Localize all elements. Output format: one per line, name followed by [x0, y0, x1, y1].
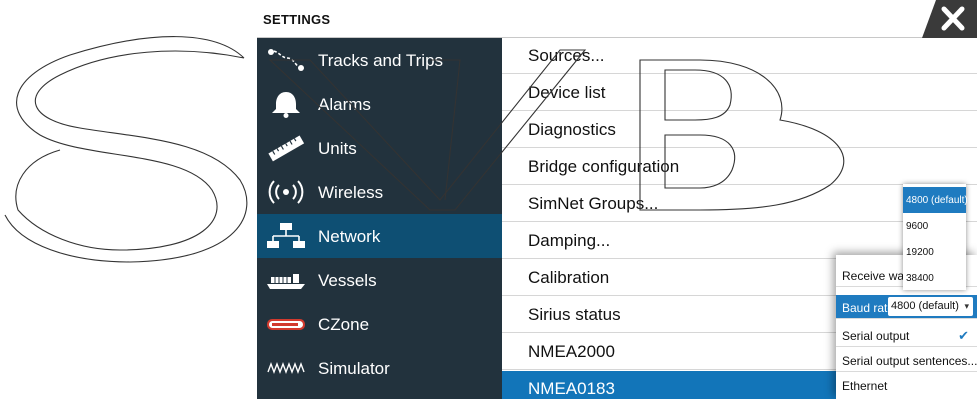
vessel-icon: [267, 274, 305, 289]
simulator-icon: [267, 362, 305, 374]
ethernet-label: Ethernet: [842, 379, 888, 393]
list-item-label: Device list: [528, 83, 606, 102]
ethernet-row[interactable]: Ethernet: [836, 373, 977, 397]
baud-option-label: 19200: [906, 247, 934, 258]
sidebar-item-label: Units: [318, 139, 357, 158]
list-item-label: Diagnostics: [528, 120, 616, 139]
checkmark-icon[interactable]: ✔: [958, 328, 969, 344]
sidebar-item-label: CZone: [318, 315, 370, 334]
sidebar-item-wireless[interactable]: Wireless: [257, 170, 502, 214]
list-item-diagnostics[interactable]: Diagnostics: [502, 112, 977, 148]
sidebar-item-label: Tracks and Trips: [318, 51, 444, 70]
sidebar-item-label: Vessels: [318, 271, 377, 290]
close-icon[interactable]: [922, 0, 977, 38]
list-item-label: NMEA2000: [528, 342, 615, 361]
sidebar-item-units[interactable]: Units: [257, 126, 502, 170]
czone-icon: [267, 319, 305, 330]
sidebar-item-tracks-and-trips[interactable]: Tracks and Trips: [257, 38, 502, 82]
baud-rate-select[interactable]: 4800 (default) ▾: [888, 297, 973, 316]
sidebar-item-label: Simulator: [318, 359, 390, 378]
sidebar-item-label: Wireless: [318, 183, 384, 202]
bell-icon: [272, 92, 300, 118]
baud-option-38400[interactable]: 38400: [903, 265, 966, 291]
serial-output-sentences-label: Serial output sentences...: [842, 354, 977, 368]
baud-option-label: 4800 (default): [906, 195, 968, 206]
sidebar-item-vessels[interactable]: Vessels: [257, 258, 502, 302]
window-title: SETTINGS: [263, 12, 331, 27]
list-item-label: NMEA0183: [528, 379, 615, 398]
sidebar-item-label: Alarms: [318, 95, 371, 114]
network-icon: [267, 223, 305, 248]
list-item-label: Sources...: [528, 46, 605, 65]
title-bar: SETTINGS: [257, 0, 977, 38]
list-item-label: Sirius status: [528, 305, 621, 324]
wireless-icon: [268, 180, 304, 204]
sidebar-item-label: Network: [318, 227, 381, 246]
baud-option-9600[interactable]: 9600: [903, 213, 966, 239]
baud-option-label: 38400: [906, 273, 934, 284]
baud-rate-label: Baud rate: [842, 301, 895, 315]
baud-option-19200[interactable]: 19200: [903, 239, 966, 265]
sidebar-item-alarms[interactable]: Alarms: [257, 82, 502, 126]
list-item-label: Calibration: [528, 268, 610, 287]
baud-rate-value: 4800 (default): [891, 300, 959, 312]
serial-output-label: Serial output: [842, 329, 910, 343]
serial-output-sentences-row[interactable]: Serial output sentences...: [836, 348, 977, 372]
serial-output-row[interactable]: Serial output ✔: [836, 323, 977, 347]
receive-waypoint-label: Receive wa: [842, 269, 905, 283]
ruler-icon: [268, 135, 305, 162]
list-item-label: SimNet Groups...: [528, 194, 659, 213]
chevron-down-icon: ▾: [964, 301, 969, 311]
baud-rate-dropdown: 4800 (default) 9600 19200 38400: [903, 184, 968, 291]
settings-window: SETTINGS Tracks and Trips Alarms Units W…: [257, 0, 977, 399]
list-item-label: Bridge configuration: [528, 157, 680, 176]
list-item-device-list[interactable]: Device list: [502, 75, 977, 111]
baud-rate-row[interactable]: Baud rate 4800 (default) ▾: [836, 295, 977, 319]
list-item-label: Damping...: [528, 231, 611, 250]
sidebar-item-simulator[interactable]: Simulator: [257, 346, 502, 390]
sidebar-item-network[interactable]: Network: [257, 214, 502, 258]
baud-option-label: 9600: [906, 221, 929, 232]
list-item-sources[interactable]: Sources...: [502, 38, 977, 74]
tracks-trips-icon: [268, 49, 304, 71]
settings-sidebar: Tracks and Trips Alarms Units Wireless N…: [257, 38, 502, 399]
sidebar-item-czone[interactable]: CZone: [257, 302, 502, 346]
list-item-bridge-configuration[interactable]: Bridge configuration: [502, 149, 977, 185]
baud-option-4800[interactable]: 4800 (default): [903, 187, 968, 213]
